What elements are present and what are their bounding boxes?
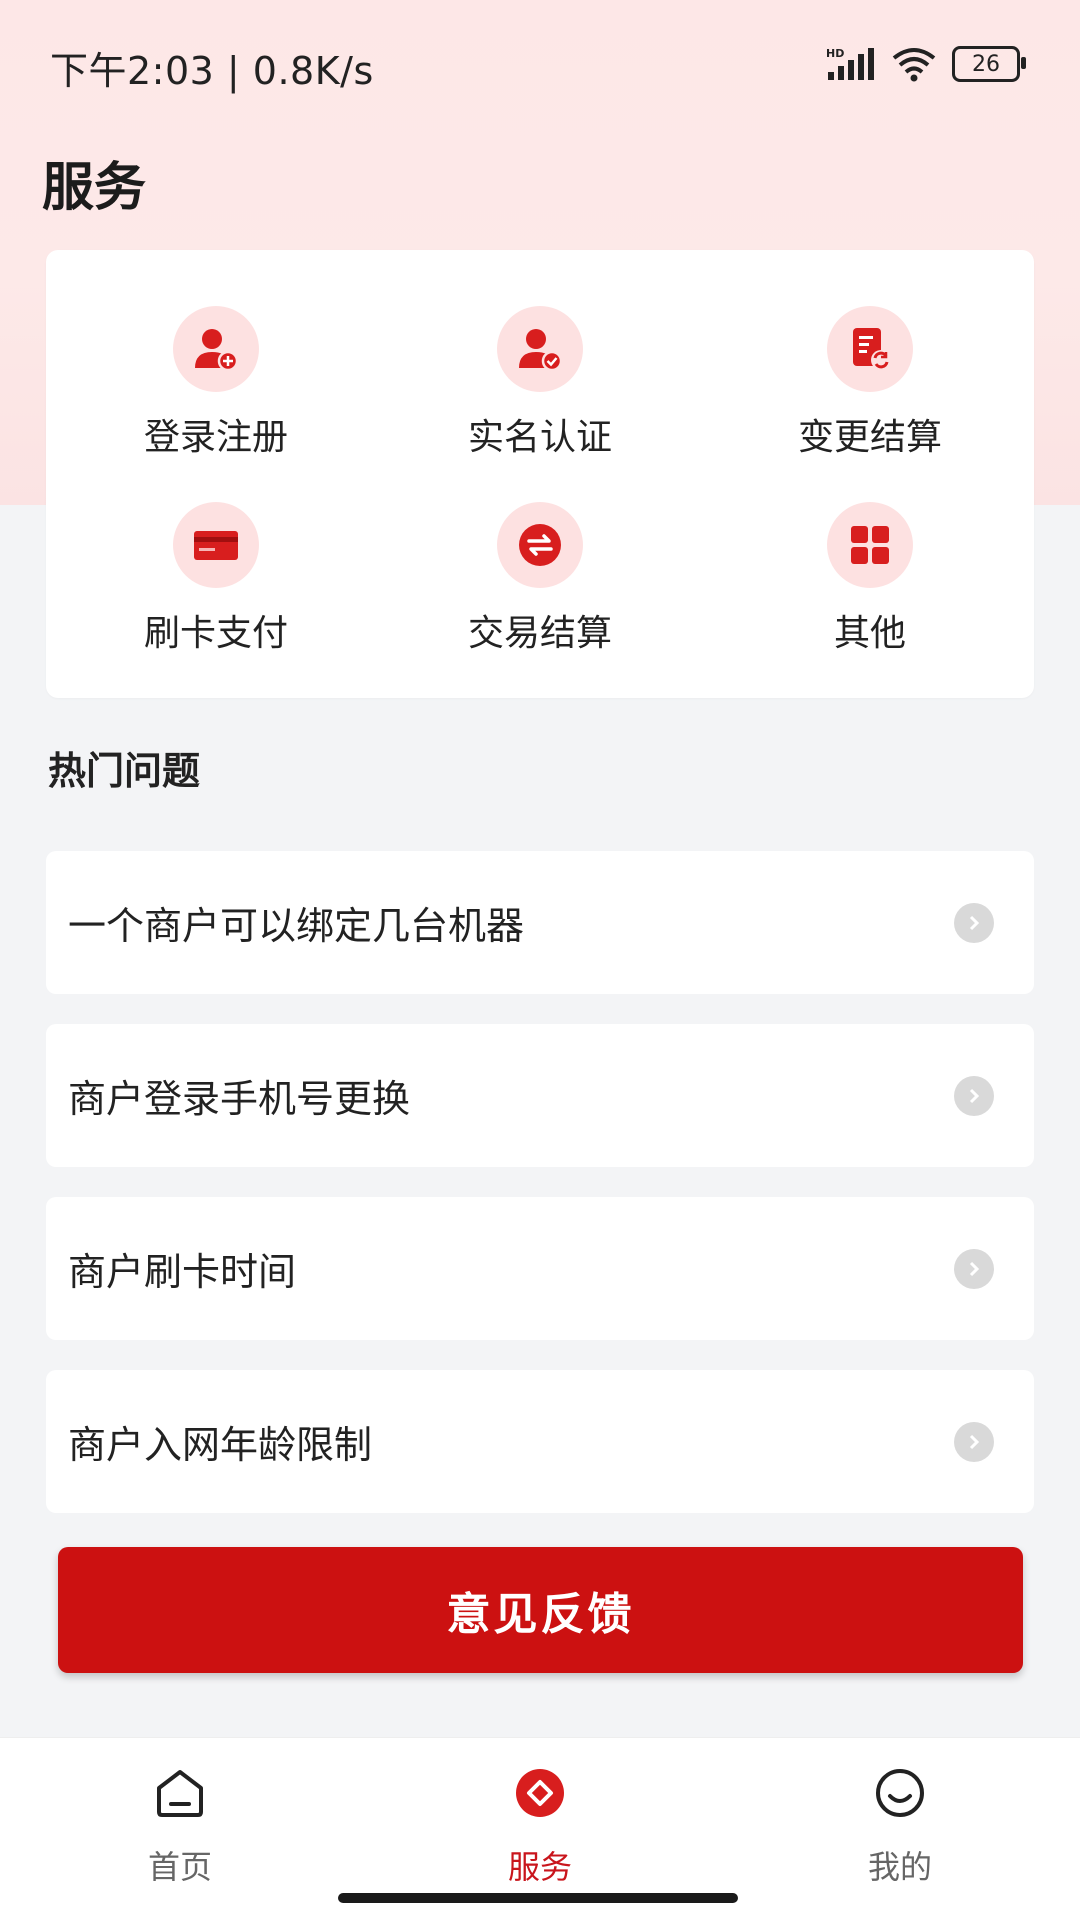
tab-services[interactable]: 服务	[440, 1758, 640, 1888]
chevron-right-icon	[954, 1421, 994, 1462]
faq-item-text: 一个商户可以绑定几台机器	[68, 904, 525, 948]
service-card-payment[interactable]: 刷卡支付	[76, 502, 356, 656]
tab-label: 首页	[147, 1848, 212, 1886]
tab-label: 服务	[507, 1848, 572, 1886]
service-label: 交易结算	[467, 613, 612, 654]
user-verified-icon	[519, 329, 563, 372]
service-label: 变更结算	[797, 417, 942, 458]
service-other[interactable]: 其他	[730, 502, 1010, 656]
battery-indicator: 26	[952, 46, 1026, 82]
service-realname-auth[interactable]: 实名认证	[400, 306, 680, 460]
smile-icon	[876, 1769, 924, 1817]
faq-item-text: 商户入网年龄限制	[68, 1423, 373, 1467]
user-add-icon	[195, 329, 239, 372]
service-diamond-icon	[516, 1769, 564, 1817]
tab-home[interactable]: 首页	[80, 1758, 280, 1888]
grid-icon	[851, 526, 889, 564]
home-icon	[157, 1770, 203, 1817]
battery-level: 26	[972, 51, 1000, 77]
status-time: 下午2:03 | 0.8K/s	[50, 49, 374, 93]
chevron-right-icon	[954, 1075, 994, 1116]
exchange-icon	[519, 524, 561, 566]
tab-label: 我的	[867, 1848, 932, 1886]
faq-item-text: 商户登录手机号更换	[68, 1077, 411, 1121]
status-icons: HD 26	[826, 44, 1026, 84]
faq-item[interactable]: 商户刷卡时间	[46, 1197, 1034, 1340]
faq-item[interactable]: 商户登录手机号更换	[46, 1024, 1034, 1167]
service-label: 登录注册	[143, 417, 288, 458]
chevron-right-icon	[954, 1248, 994, 1289]
chevron-right-icon	[954, 902, 994, 943]
services-card: 登录注册 实名认证 变更结算 刷卡支付 交易结算 其他	[46, 250, 1034, 698]
signal-icon: HD	[826, 47, 874, 80]
hot-questions-title: 热门问题	[48, 749, 201, 793]
faq-item-text: 商户刷卡时间	[68, 1250, 297, 1294]
service-label: 刷卡支付	[143, 613, 288, 654]
faq-item[interactable]: 一个商户可以绑定几台机器	[46, 851, 1034, 994]
network-label: HD	[826, 47, 844, 60]
status-bar: 下午2:03 | 0.8K/s HD 26	[0, 0, 1080, 128]
home-indicator[interactable]	[338, 1893, 738, 1903]
tab-mine[interactable]: 我的	[800, 1758, 1000, 1888]
faq-item[interactable]: 商户入网年龄限制	[46, 1370, 1034, 1513]
service-login-register[interactable]: 登录注册	[76, 306, 356, 460]
card-payment-icon	[194, 531, 238, 560]
service-label: 实名认证	[467, 417, 612, 458]
page-title: 服务	[42, 158, 147, 218]
settlement-change-icon	[853, 328, 891, 370]
service-label: 其他	[833, 613, 906, 654]
service-transaction-settlement[interactable]: 交易结算	[400, 502, 680, 656]
service-change-settlement[interactable]: 变更结算	[730, 306, 1010, 460]
wifi-icon	[892, 48, 936, 82]
feedback-button[interactable]: 意见反馈	[58, 1547, 1023, 1673]
